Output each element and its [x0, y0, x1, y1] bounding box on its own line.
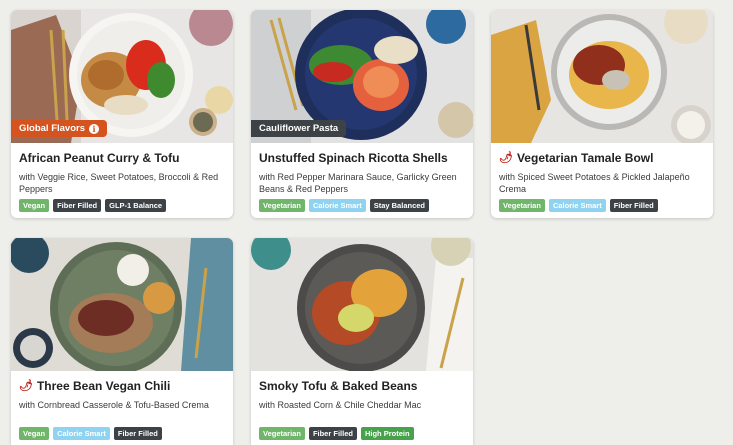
recipe-subtitle: with Veggie Rice, Sweet Potatoes, Brocco… — [19, 172, 219, 194]
recipe-title-text: Three Bean Vegan Chili — [36, 379, 171, 393]
chili-pepper-icon: 🌶 — [499, 152, 513, 164]
tag-vegetarian: Vegetarian — [259, 427, 305, 440]
recipe-title[interactable]: Smoky Tofu & Baked Beans — [259, 379, 465, 393]
recipe-tags: Vegetarian Calorie Smart Stay Balanced — [259, 199, 465, 212]
tag-fiber-filled: Fiber Filled — [308, 427, 357, 440]
tag-vegan: Vegan — [19, 427, 50, 440]
recipe-tags: Vegetarian Calorie Smart Fiber Filled — [499, 199, 705, 212]
tag-glp1-balance: GLP-1 Balance — [105, 199, 167, 212]
tag-calorie-smart: Calorie Smart — [53, 427, 110, 440]
recipe-image[interactable] — [11, 238, 233, 371]
tag-vegan: Vegan — [19, 199, 50, 212]
recipe-subtitle: with Red Pepper Marinara Sauce, Garlicky… — [259, 172, 457, 194]
recipe-subtitle: with Spiced Sweet Potatoes & Pickled Jal… — [499, 172, 690, 194]
food-photo — [491, 10, 713, 143]
recipe-title-text: Vegetarian Tamale Bowl — [516, 151, 654, 165]
tag-vegetarian: Vegetarian — [259, 199, 305, 212]
recipe-card[interactable]: Smoky Tofu & Baked Beans with Roasted Co… — [251, 238, 473, 445]
recipe-card[interactable]: 🌶 Vegetarian Tamale Bowl with Spiced Swe… — [491, 10, 713, 218]
tag-calorie-smart: Calorie Smart — [308, 199, 366, 212]
recipe-title[interactable]: Unstuffed Spinach Ricotta Shells — [259, 151, 465, 165]
recipe-card[interactable]: Cauliflower Pasta Unstuffed Spinach Rico… — [251, 10, 473, 218]
chili-pepper-icon: 🌶 — [19, 380, 33, 392]
recipe-title-text: African Peanut Curry & Tofu — [19, 151, 180, 165]
recipe-title[interactable]: 🌶 Three Bean Vegan Chili — [19, 379, 225, 393]
recipe-card[interactable]: 🌶 Three Bean Vegan Chili with Cornbread … — [11, 238, 233, 445]
recipe-tags: Vegan Calorie Smart Fiber Filled — [19, 427, 225, 440]
recipe-subtitle: with Roasted Corn & Chile Cheddar Mac — [259, 400, 422, 410]
food-photo — [11, 238, 233, 371]
recipe-image[interactable] — [491, 10, 713, 143]
recipe-title[interactable]: African Peanut Curry & Tofu — [19, 151, 225, 165]
recipe-image[interactable]: Cauliflower Pasta — [251, 10, 473, 143]
recipe-subtitle: with Cornbread Casserole & Tofu-Based Cr… — [19, 400, 209, 410]
global-flavors-badge: Global Flavors i — [11, 120, 107, 137]
food-photo — [251, 238, 473, 371]
cauliflower-pasta-badge: Cauliflower Pasta — [251, 120, 347, 137]
recipe-title-text: Smoky Tofu & Baked Beans — [259, 379, 418, 393]
tag-fiber-filled: Fiber Filled — [53, 199, 102, 212]
recipe-title-text: Unstuffed Spinach Ricotta Shells — [259, 151, 448, 165]
recipe-tags: Vegetarian Fiber Filled High Protein — [259, 427, 465, 440]
recipe-image[interactable] — [251, 238, 473, 371]
recipe-card[interactable]: Global Flavors i African Peanut Curry & … — [11, 10, 233, 218]
recipe-tags: Vegan Fiber Filled GLP-1 Balance — [19, 199, 225, 212]
tag-high-protein: High Protein — [360, 427, 414, 440]
tag-fiber-filled: Fiber Filled — [609, 199, 658, 212]
recipe-title[interactable]: 🌶 Vegetarian Tamale Bowl — [499, 151, 705, 165]
info-icon[interactable]: i — [89, 123, 99, 134]
tag-fiber-filled: Fiber Filled — [113, 427, 162, 440]
tag-stay-balanced: Stay Balanced — [369, 199, 429, 212]
badge-label: Cauliflower Pasta — [259, 123, 339, 134]
badge-label: Global Flavors — [19, 123, 85, 134]
recipe-image[interactable]: Global Flavors i — [11, 10, 233, 143]
tag-vegetarian: Vegetarian — [499, 199, 545, 212]
tag-calorie-smart: Calorie Smart — [548, 199, 606, 212]
